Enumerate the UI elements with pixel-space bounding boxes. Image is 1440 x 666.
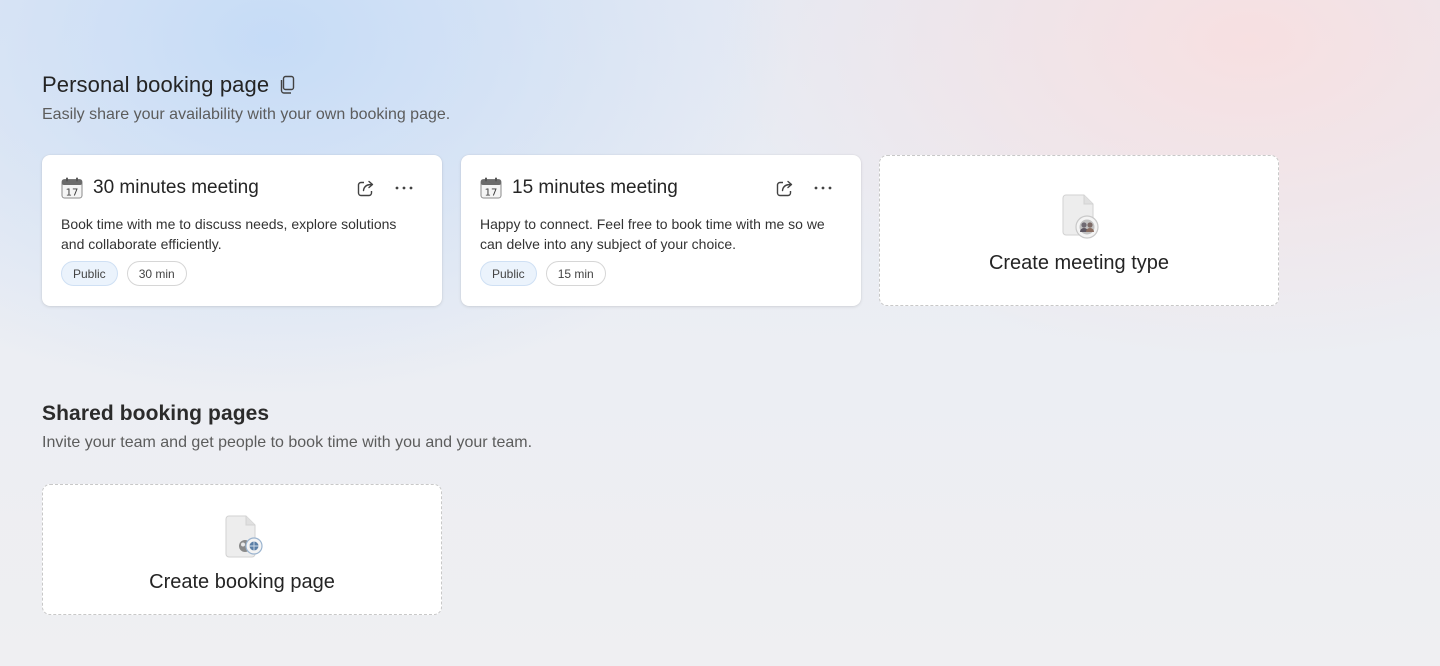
meeting-card-30[interactable]: 17 30 minutes meeting Book time with me … xyxy=(42,155,442,306)
create-meeting-type-label: Create meeting type xyxy=(988,252,1170,274)
shared-section: Shared booking pages Invite your team an… xyxy=(42,402,532,452)
shared-section-subtitle: Invite your team and get people to book … xyxy=(42,434,533,451)
shared-section-title: Shared booking pages xyxy=(42,402,270,425)
share-icon[interactable] xyxy=(356,178,376,198)
calendar-day-text: 17 xyxy=(485,188,498,199)
duration-badge: 15 min xyxy=(545,261,606,286)
more-icon[interactable] xyxy=(394,178,414,198)
create-booking-page-button[interactable]: Create booking page xyxy=(42,484,442,615)
personal-section: Personal booking page Easily share your … xyxy=(42,72,450,124)
copy-icon[interactable] xyxy=(278,75,296,95)
meeting-card-header: 17 15 minutes meeting xyxy=(480,176,843,200)
meeting-tags: Public 30 min xyxy=(61,261,187,286)
visibility-badge: Public xyxy=(61,261,118,286)
calendar-icon: 17 xyxy=(480,177,502,199)
personal-section-title: Personal booking page xyxy=(42,72,270,97)
meeting-description: Book time with me to discuss needs, expl… xyxy=(61,216,397,252)
personal-section-subtitle: Easily share your availability with your… xyxy=(42,106,451,123)
share-icon[interactable] xyxy=(775,178,795,198)
meeting-description: Happy to connect. Feel free to book time… xyxy=(480,216,825,252)
meeting-type-illustration-icon xyxy=(1054,189,1104,248)
duration-badge: 30 min xyxy=(126,261,187,286)
meeting-title[interactable]: 15 minutes meeting xyxy=(512,177,775,199)
booking-page-illustration-icon xyxy=(217,513,267,568)
create-booking-page-label: Create booking page xyxy=(149,571,335,593)
create-meeting-type-button[interactable]: Create meeting type xyxy=(879,155,1279,306)
meeting-title[interactable]: 30 minutes meeting xyxy=(93,177,356,199)
calendar-day-text: 17 xyxy=(66,188,79,199)
meeting-card-header: 17 30 minutes meeting xyxy=(61,176,424,200)
personal-section-header: Personal booking page xyxy=(42,72,450,98)
visibility-badge: Public xyxy=(480,261,537,286)
meeting-card-15[interactable]: 17 15 minutes meeting Happy to connect. … xyxy=(461,155,861,306)
meeting-tags: Public 15 min xyxy=(480,261,606,286)
calendar-icon: 17 xyxy=(61,177,83,199)
more-icon[interactable] xyxy=(813,178,833,198)
